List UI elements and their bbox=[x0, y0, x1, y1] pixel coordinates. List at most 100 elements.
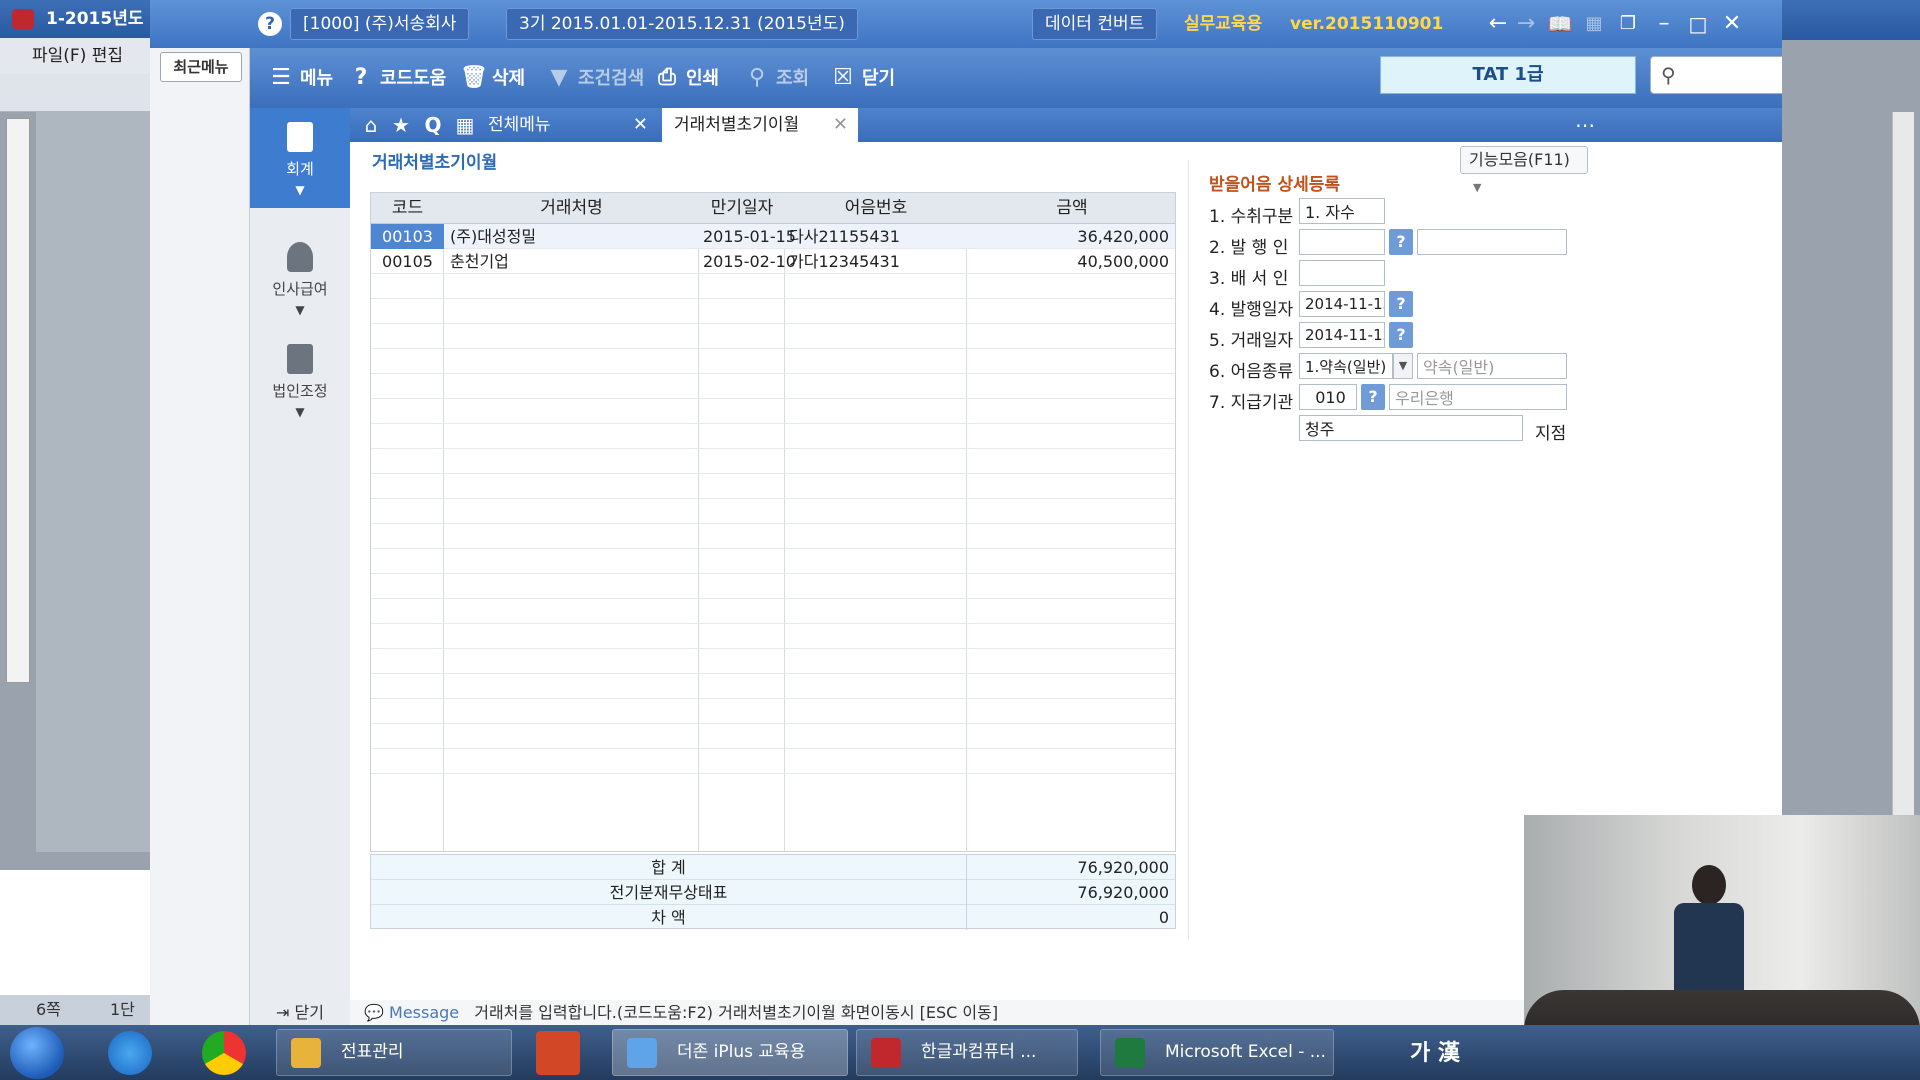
cell-code[interactable]: 00105 bbox=[371, 249, 444, 274]
close-window-icon[interactable]: ✕ bbox=[1718, 10, 1746, 38]
issuer-help-icon[interactable]: ? bbox=[1389, 229, 1413, 255]
cell-due-date[interactable]: 2015-01-15 bbox=[703, 224, 796, 249]
taskbar-app-hancom[interactable]: 한글과컴퓨터 ... bbox=[856, 1029, 1078, 1076]
empty-row[interactable] bbox=[371, 574, 1175, 599]
condition-search-button[interactable]: ▼ 조건검색 bbox=[546, 60, 645, 96]
start-button-icon[interactable] bbox=[10, 1027, 64, 1079]
header-vendor-name[interactable]: 거래처명 bbox=[444, 193, 699, 224]
nav-corporate-adjustment[interactable]: 법인조정 ▼ bbox=[250, 330, 350, 430]
empty-row[interactable] bbox=[371, 349, 1175, 374]
header-due-date[interactable]: 만기일자 bbox=[699, 193, 785, 224]
book-icon[interactable]: 📖 bbox=[1546, 10, 1574, 38]
minimize-icon[interactable]: – bbox=[1650, 10, 1678, 38]
menu-button[interactable]: ☰ 메뉴 bbox=[268, 60, 333, 96]
star-icon[interactable]: ★ bbox=[388, 112, 414, 138]
cell-due-date[interactable]: 2015-02-10 bbox=[703, 249, 796, 274]
view-button[interactable]: ⚲ 조회 bbox=[744, 60, 809, 96]
side-close-button[interactable]: ⇥ 닫기 bbox=[250, 1000, 350, 1025]
taskbar-app-excel[interactable]: Microsoft Excel - ... bbox=[1100, 1029, 1334, 1076]
issuer-code-field[interactable] bbox=[1299, 229, 1385, 255]
empty-row[interactable] bbox=[371, 474, 1175, 499]
empty-row[interactable] bbox=[371, 274, 1175, 299]
cell-amount[interactable]: 36,420,000 bbox=[1077, 224, 1169, 249]
taskbar-app-voucher[interactable]: 전표관리 bbox=[276, 1029, 512, 1076]
bg-window-menubar[interactable]: 파일(F) 편집 bbox=[0, 38, 150, 74]
ime-indicator[interactable]: 가 漢 bbox=[1410, 1035, 1460, 1067]
issuer-name-field[interactable] bbox=[1417, 229, 1567, 255]
label-trade-date: 5. 거래일자 bbox=[1209, 331, 1294, 351]
table-row[interactable]: 00103 (주)대성정밀 2015-01-15 다사21155431 36,4… bbox=[371, 224, 1175, 249]
data-convert-button[interactable]: 데이터 컨버트 bbox=[1032, 8, 1158, 40]
back-arrow-icon[interactable]: ← bbox=[1484, 10, 1512, 38]
forward-arrow-icon[interactable]: → bbox=[1512, 10, 1540, 38]
empty-row[interactable] bbox=[371, 549, 1175, 574]
issue-date-field[interactable] bbox=[1299, 291, 1385, 317]
delete-button[interactable]: 🗑 삭제 bbox=[460, 60, 525, 96]
close-button[interactable]: ☒ 닫기 bbox=[830, 60, 895, 96]
close-tab-icon[interactable]: ✕ bbox=[833, 108, 848, 142]
header-code[interactable]: 코드 bbox=[371, 193, 444, 224]
home-icon[interactable]: ⌂ bbox=[358, 112, 384, 138]
calendar-icon[interactable]: ▦ bbox=[452, 112, 478, 138]
empty-row[interactable] bbox=[371, 499, 1175, 524]
summary-rows: 합 계 76,920,000 전기분재무상태표 76,920,000 차 액 0 bbox=[370, 854, 1176, 930]
vendor-notes-grid[interactable]: 코드 거래처명 만기일자 어음번호 금액 00103 (주)대성정밀 2015-… bbox=[370, 192, 1176, 852]
cell-vendor-name[interactable]: (주)대성정밀 bbox=[450, 224, 536, 249]
cell-code[interactable]: 00103 bbox=[371, 224, 444, 249]
label-receipt-type: 1. 수취구분 bbox=[1209, 207, 1294, 227]
empty-row[interactable] bbox=[371, 374, 1175, 399]
app-logo-icon: ? bbox=[258, 12, 282, 36]
empty-row[interactable] bbox=[371, 424, 1175, 449]
header-amount[interactable]: 금액 bbox=[967, 193, 1177, 224]
tab-initial-balance-by-vendor[interactable]: 거래처별초기이월 ✕ bbox=[662, 108, 858, 142]
header-note-number[interactable]: 어음번호 bbox=[785, 193, 967, 224]
empty-row[interactable] bbox=[371, 624, 1175, 649]
empty-row[interactable] bbox=[371, 299, 1175, 324]
empty-row[interactable] bbox=[371, 699, 1175, 724]
empty-row[interactable] bbox=[371, 399, 1175, 424]
empty-row[interactable] bbox=[371, 749, 1175, 774]
empty-row[interactable] bbox=[371, 449, 1175, 474]
nav-accounting[interactable]: 회계 ▼ bbox=[250, 108, 350, 208]
empty-row[interactable] bbox=[371, 599, 1175, 624]
bg-window-toolbar[interactable] bbox=[0, 74, 150, 112]
company-selector[interactable]: [1000] (주)서송회사 bbox=[290, 8, 470, 40]
cell-note-number[interactable]: 가다12345431 bbox=[789, 249, 900, 274]
issue-date-help-icon[interactable]: ? bbox=[1389, 291, 1413, 317]
close-tab-icon[interactable]: ✕ bbox=[633, 108, 648, 142]
cell-note-number[interactable]: 다사21155431 bbox=[789, 224, 900, 249]
trade-date-field[interactable] bbox=[1299, 322, 1385, 348]
empty-row[interactable] bbox=[371, 674, 1175, 699]
search-tab-icon[interactable]: Q bbox=[420, 112, 446, 138]
bank-code-field[interactable] bbox=[1299, 384, 1357, 410]
endorser-field[interactable] bbox=[1299, 260, 1385, 286]
chevron-down-icon[interactable]: ▼ bbox=[1393, 353, 1413, 379]
empty-row[interactable] bbox=[371, 649, 1175, 674]
trade-date-help-icon[interactable]: ? bbox=[1389, 322, 1413, 348]
chrome-icon[interactable] bbox=[202, 1031, 246, 1075]
print-button[interactable]: ⎙ 인쇄 bbox=[654, 60, 719, 96]
branch-field[interactable] bbox=[1299, 415, 1523, 441]
powerpoint-icon[interactable] bbox=[536, 1031, 580, 1075]
table-row[interactable]: 00105 춘천기업 2015-02-10 가다12345431 40,500,… bbox=[371, 249, 1175, 274]
bank-help-icon[interactable]: ? bbox=[1361, 384, 1385, 410]
taskbar-app-iplus[interactable]: 더존 iPlus 교육용 bbox=[612, 1029, 848, 1076]
vertical-scrollbar[interactable] bbox=[1892, 112, 1914, 852]
window-layout-icon[interactable]: ❐ bbox=[1614, 10, 1642, 38]
cell-amount[interactable]: 40,500,000 bbox=[1077, 249, 1169, 274]
code-help-button[interactable]: ? 코드도움 bbox=[348, 60, 447, 96]
nav-payroll[interactable]: 인사급여 ▼ bbox=[250, 228, 350, 328]
empty-row[interactable] bbox=[371, 524, 1175, 549]
note-type-select[interactable] bbox=[1299, 353, 1393, 379]
empty-row[interactable] bbox=[371, 324, 1175, 349]
recent-menu-button[interactable]: 최근메뉴 bbox=[160, 52, 242, 82]
grid-icon[interactable]: ▦ bbox=[1580, 10, 1608, 38]
period-selector[interactable]: 3기 2015.01.01-2015.12.31 (2015년도) bbox=[506, 8, 858, 40]
cell-vendor-name[interactable]: 춘천기업 bbox=[450, 249, 509, 274]
empty-row[interactable] bbox=[371, 724, 1175, 749]
tab-all-menu[interactable]: 전체메뉴 ✕ bbox=[476, 108, 658, 142]
maximize-icon[interactable]: □ bbox=[1684, 10, 1712, 38]
receipt-type-field[interactable] bbox=[1299, 198, 1385, 224]
internet-explorer-icon[interactable] bbox=[108, 1031, 152, 1075]
more-options-icon[interactable]: ⋯ bbox=[1572, 112, 1598, 138]
